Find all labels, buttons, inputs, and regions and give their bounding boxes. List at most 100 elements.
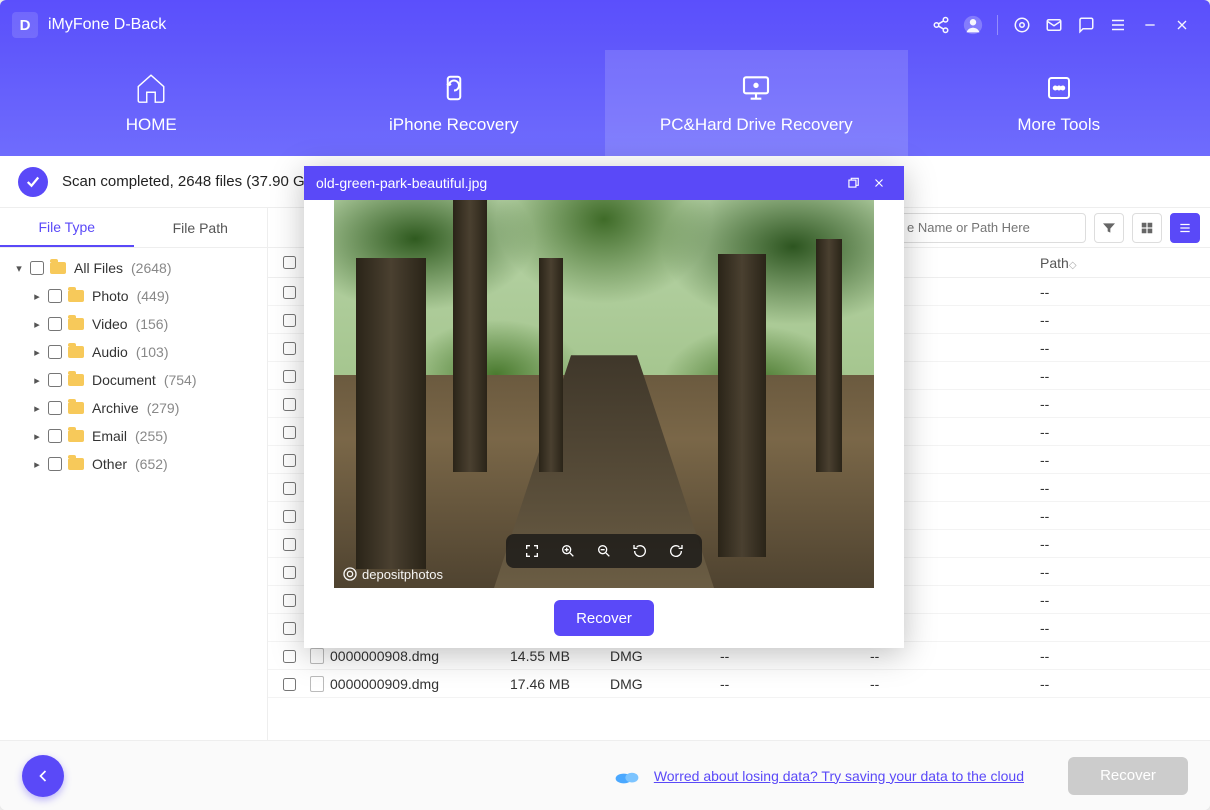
chevron-right-icon[interactable]: ▸ [30,374,44,387]
cell-path: -- [1040,648,1210,664]
tree-item[interactable]: ▸Email(255) [6,422,261,450]
account-icon[interactable] [957,9,989,41]
row-checkbox[interactable] [283,482,296,495]
zoom-in-icon[interactable] [558,541,578,561]
main-tabs: HOME iPhone Recovery PC&Hard Drive Recov… [0,50,1210,156]
modal-recover-button[interactable]: Recover [554,600,654,636]
folder-icon [68,290,84,302]
tab-label: PC&Hard Drive Recovery [660,115,853,135]
tree-item[interactable]: ▸ Video (156) [6,310,261,338]
tree-item[interactable]: ▸ Document (754) [6,366,261,394]
rotate-left-icon[interactable] [630,541,650,561]
tree-item[interactable]: ▸Other(652) [6,450,261,478]
row-checkbox[interactable] [283,538,296,551]
tree-label: Other [92,456,127,472]
chevron-right-icon[interactable]: ▸ [30,402,44,415]
table-row[interactable]: 0000000909.dmg17.46 MBDMG------ [268,670,1210,698]
tree-item[interactable]: ▸Archive(279) [6,394,261,422]
select-all-checkbox[interactable] [283,256,296,269]
close-icon[interactable] [1166,9,1198,41]
tree-checkbox[interactable] [48,429,62,443]
col-path-label[interactable]: Path [1040,255,1069,271]
tree-checkbox[interactable] [48,317,62,331]
chevron-down-icon[interactable]: ▾ [12,262,26,275]
tab-more-tools[interactable]: More Tools [908,50,1210,156]
cell-path: -- [1040,284,1210,300]
row-checkbox[interactable] [283,314,296,327]
row-checkbox[interactable] [283,510,296,523]
chevron-right-icon[interactable]: ▸ [30,458,44,471]
tab-pc-recovery[interactable]: PC&Hard Drive Recovery [605,50,908,156]
menu-icon[interactable] [1102,9,1134,41]
tree-label: Email [92,428,127,444]
row-checkbox[interactable] [283,454,296,467]
feedback-icon[interactable] [1070,9,1102,41]
chevron-right-icon[interactable]: ▸ [30,318,44,331]
row-checkbox[interactable] [283,594,296,607]
cell-type: DMG [610,648,720,664]
back-button[interactable] [22,755,64,797]
row-checkbox[interactable] [283,398,296,411]
tree-count: (754) [164,372,197,388]
more-icon [1042,71,1076,105]
folder-icon [68,346,84,358]
row-checkbox[interactable] [283,342,296,355]
folder-icon [68,402,84,414]
row-checkbox[interactable] [283,426,296,439]
side-tab-file-type[interactable]: File Type [0,208,134,247]
tree-root[interactable]: ▾ All Files (2648) [6,254,261,282]
tree-checkbox[interactable] [30,261,44,275]
cell-modified: -- [720,648,870,664]
row-checkbox[interactable] [283,286,296,299]
cell-path: -- [1040,620,1210,636]
tree-checkbox[interactable] [48,289,62,303]
cloud-backup-link[interactable]: Worred about losing data? Try saving you… [654,768,1024,784]
tab-home[interactable]: HOME [0,50,303,156]
preview-image: depositphotos [334,200,874,588]
side-tab-file-path[interactable]: File Path [134,208,268,247]
app-title: iMyFone D-Back [48,16,166,34]
search-input[interactable] [900,213,1086,243]
list-view-button[interactable] [1170,213,1200,243]
tree-checkbox[interactable] [48,457,62,471]
rotate-right-icon[interactable] [666,541,686,561]
tree-count: (156) [136,316,169,332]
tree-label: Document [92,372,156,388]
settings-icon[interactable] [1006,9,1038,41]
search-field[interactable] [907,220,1083,235]
filter-button[interactable] [1094,213,1124,243]
fullscreen-icon[interactable] [522,541,542,561]
zoom-out-icon[interactable] [594,541,614,561]
row-checkbox[interactable] [283,370,296,383]
tree-checkbox[interactable] [48,373,62,387]
cell-modified: -- [720,676,870,692]
recover-button[interactable]: Recover [1068,757,1188,795]
tree-checkbox[interactable] [48,345,62,359]
row-checkbox[interactable] [283,650,296,663]
tree-item[interactable]: ▸Audio(103) [6,338,261,366]
modal-restore-icon[interactable] [840,170,866,196]
tree-checkbox[interactable] [48,401,62,415]
chevron-right-icon[interactable]: ▸ [30,430,44,443]
cell-path: -- [1040,592,1210,608]
row-checkbox[interactable] [283,622,296,635]
pc-icon [739,71,773,105]
cell-created: -- [870,648,1040,664]
tab-iphone-recovery[interactable]: iPhone Recovery [303,50,606,156]
mail-icon[interactable] [1038,9,1070,41]
share-icon[interactable] [925,9,957,41]
app-logo: D [12,12,38,38]
sort-icon[interactable]: ◇ [1069,260,1085,271]
modal-close-icon[interactable] [866,170,892,196]
minimize-icon[interactable] [1134,9,1166,41]
cell-created: -- [870,676,1040,692]
tree-item[interactable]: ▸Photo(449) [6,282,261,310]
sidebar: File Type File Path ▾ All Files (2648) ▸… [0,208,268,740]
tree-label: Video [92,316,128,332]
chevron-right-icon[interactable]: ▸ [30,290,44,303]
folder-icon [50,262,66,274]
row-checkbox[interactable] [283,678,296,691]
row-checkbox[interactable] [283,566,296,579]
grid-view-button[interactable] [1132,213,1162,243]
chevron-right-icon[interactable]: ▸ [30,346,44,359]
